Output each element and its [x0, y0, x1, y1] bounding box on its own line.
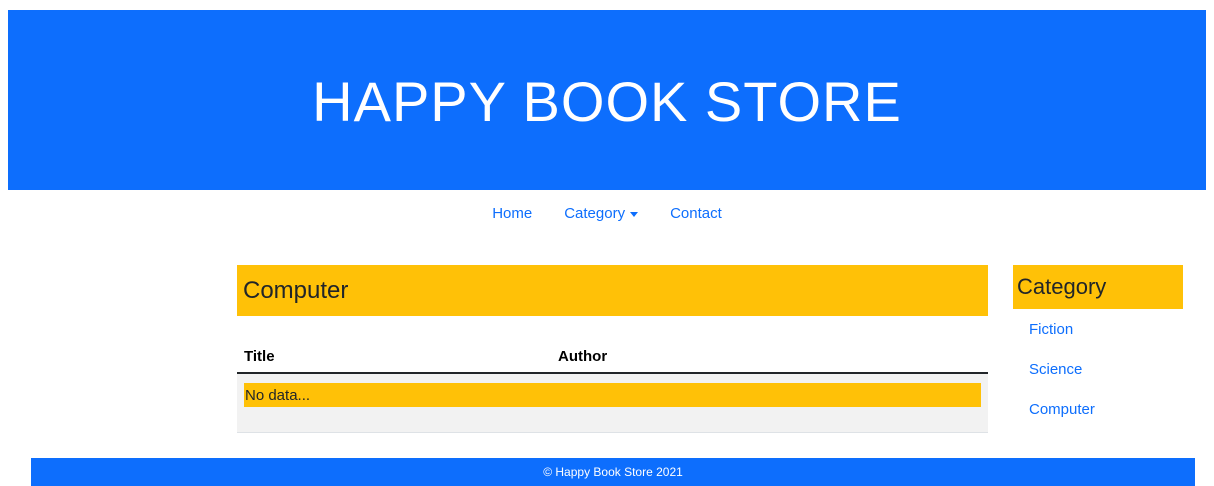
table-body: No data...: [237, 374, 988, 433]
nav-home-link[interactable]: Home: [492, 205, 532, 222]
site-header: HAPPY BOOK STORE: [8, 10, 1206, 190]
sidebar-item-fiction[interactable]: Fiction: [1013, 309, 1183, 349]
nav-contact-label: Contact: [670, 204, 722, 222]
site-footer: © Happy Book Store 2021: [31, 458, 1195, 486]
table-header-row: Title Author: [237, 340, 988, 374]
sidebar-heading: Category: [1013, 265, 1183, 309]
nav-category-label: Category: [564, 204, 626, 222]
site-title: HAPPY BOOK STORE: [312, 70, 902, 133]
copyright-text: © Happy Book Store 2021: [543, 465, 683, 479]
author-column-header: Author: [558, 347, 608, 365]
category-sidebar: Category Fiction Science Computer: [1013, 265, 1183, 429]
title-column-header: Title: [244, 347, 275, 365]
sidebar-item-science[interactable]: Science: [1013, 349, 1183, 389]
sidebar-category-list: Fiction Science Computer: [1013, 309, 1183, 429]
book-list-section: Computer Title Author No data...: [237, 265, 988, 433]
caret-down-icon: [630, 211, 639, 217]
nav-category-dropdown[interactable]: Category: [564, 204, 639, 222]
nav-contact-link[interactable]: Contact: [670, 205, 722, 222]
category-heading: Computer: [237, 265, 988, 316]
main-nav: Home Category Contact: [0, 198, 1214, 228]
nav-home-label: Home: [492, 204, 533, 222]
books-table: Title Author No data...: [237, 340, 988, 433]
sidebar-item-computer[interactable]: Computer: [1013, 389, 1183, 429]
empty-state-message: No data...: [244, 383, 981, 407]
